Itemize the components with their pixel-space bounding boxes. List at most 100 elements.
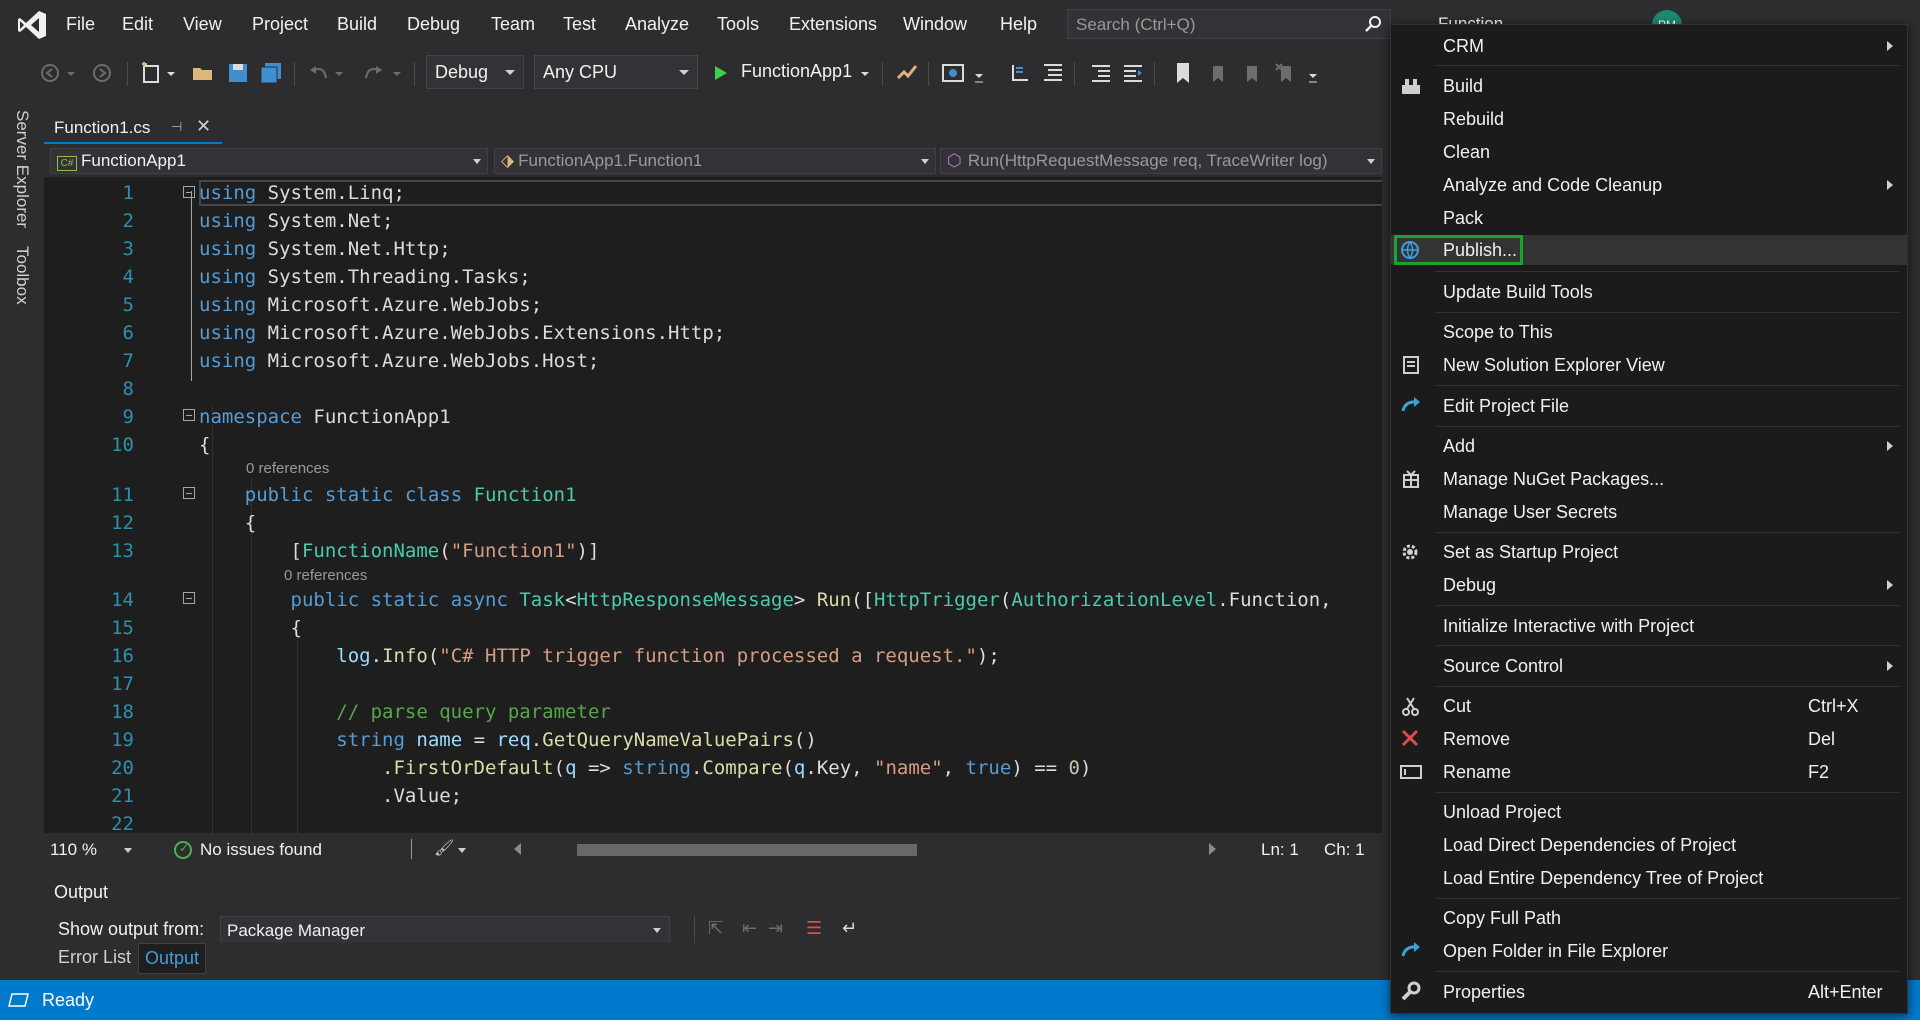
search-placeholder: Search (Ctrl+Q) [1076,15,1196,34]
menu-item-scope-to-this[interactable]: Scope to This [1391,317,1907,347]
indent-icon[interactable] [1088,60,1114,86]
menu-item-update-build-tools[interactable]: Update Build Tools [1391,277,1907,307]
back-dropdown-icon[interactable] [64,60,78,86]
scroll-left-icon[interactable] [514,843,521,855]
close-icon[interactable]: ✕ [196,116,211,137]
menu-item-load-direct-deps[interactable]: Load Direct Dependencies of Project [1391,830,1907,860]
menu-item-properties[interactable]: Properties Alt+Enter [1391,977,1907,1007]
menu-item-crm[interactable]: CRM [1391,31,1907,61]
pin-icon[interactable]: ⊣ [171,119,182,135]
zoom-level[interactable]: 110 % [50,840,97,860]
browser-link-icon[interactable] [940,60,966,86]
new-dropdown-icon[interactable] [164,60,178,86]
menu-debug[interactable]: Debug [407,14,460,35]
menu-item-source-control[interactable]: Source Control [1391,651,1907,681]
platform-select[interactable]: Any CPU [534,55,698,89]
menu-extensions[interactable]: Extensions [789,14,877,35]
menu-item-rebuild[interactable]: Rebuild [1391,104,1907,134]
next-message-icon[interactable]: ⇥ [768,918,783,939]
tab-output[interactable]: Output [138,943,207,974]
configuration-select[interactable]: Debug [426,55,524,89]
toolbox-tab[interactable]: Toolbox [12,246,32,305]
menu-item-set-startup[interactable]: Set as Startup Project [1391,537,1907,567]
clear-bookmarks-icon[interactable] [1272,60,1298,86]
menu-test[interactable]: Test [563,14,596,35]
attach-process-icon[interactable] [894,60,920,86]
menu-item-copy-full-path[interactable]: Copy Full Path [1391,903,1907,933]
menu-item-pack[interactable]: Pack [1391,203,1907,233]
outline-icon[interactable] [1040,60,1066,86]
menu-item-clean[interactable]: Clean [1391,137,1907,167]
menu-item-debug[interactable]: Debug [1391,570,1907,600]
menu-team[interactable]: Team [491,14,535,35]
bookmark-icon[interactable] [1170,60,1196,86]
chevron-down-icon[interactable] [124,848,132,853]
output-source-select[interactable]: Package Manager [220,916,670,944]
menu-view[interactable]: View [183,14,222,35]
redo-dropdown-icon[interactable] [390,60,404,86]
start-button[interactable]: FunctionApp1 [741,61,852,82]
undo-dropdown-icon[interactable] [332,60,346,86]
menu-item-edit-project-file[interactable]: Edit Project File [1391,391,1907,421]
menu-help[interactable]: Help [1000,14,1037,35]
menu-project[interactable]: Project [252,14,308,35]
menu-item-open-folder[interactable]: Open Folder in File Explorer [1391,936,1907,966]
menu-build[interactable]: Build [337,14,377,35]
menu-item-remove[interactable]: Remove Del [1391,724,1907,754]
code-lens-references[interactable]: 0 references [246,460,329,477]
server-explorer-tab[interactable]: Server Explorer [12,110,32,228]
menu-item-build[interactable]: Build [1391,71,1907,101]
menu-item-unload-project[interactable]: Unload Project [1391,797,1907,827]
redo-icon[interactable] [360,60,386,86]
code-editor[interactable]: 1 using System.Linq; 2 using System.Net; 3… [44,177,1382,833]
project-nav-select[interactable]: C# FunctionApp1 [50,148,488,174]
menu-item-new-solution-explorer-view[interactable]: New Solution Explorer View [1391,350,1907,380]
save-all-icon[interactable] [258,60,284,86]
visual-studio-logo-icon[interactable] [16,9,48,41]
menu-item-label: Build [1443,76,1484,96]
start-play-icon[interactable] [710,60,730,86]
toolbar-overflow-icon[interactable] [1306,60,1320,86]
menu-item-cut[interactable]: Cut Ctrl+X [1391,691,1907,721]
undo-icon[interactable] [306,60,332,86]
class-nav-select[interactable]: ⬗ FunctionApp1.Function1 [494,148,936,174]
member-nav-select[interactable]: ⬡ Run(HttpRequestMessage req, TraceWriter… [940,148,1382,174]
menu-item-load-entire-tree[interactable]: Load Entire Dependency Tree of Project [1391,863,1907,893]
horizontal-scrollbar[interactable] [577,844,917,856]
menu-window[interactable]: Window [903,14,967,35]
browser-dropdown-icon[interactable] [972,60,986,86]
search-input[interactable]: Search (Ctrl+Q) [1067,9,1391,39]
document-tab[interactable]: Function1.cs ⊣ ✕ [44,114,222,144]
menu-item-rename[interactable]: Rename F2 [1391,757,1907,787]
issues-status[interactable]: No issues found [200,840,322,860]
document-tab-label: Function1.cs [54,118,151,137]
prev-message-icon[interactable]: ⇤ [742,918,757,939]
menu-item-initialize-interactive[interactable]: Initialize Interactive with Project [1391,611,1907,641]
menu-item-manage-nuget[interactable]: Manage NuGet Packages... [1391,464,1907,494]
menu-item-manage-user-secrets[interactable]: Manage User Secrets [1391,497,1907,527]
menu-edit[interactable]: Edit [122,14,153,35]
outdent-icon[interactable] [1120,60,1146,86]
save-icon[interactable] [225,60,251,86]
code-cleanup-icon[interactable]: 🖌 [434,838,454,858]
start-dropdown-icon[interactable] [858,60,872,86]
menu-tools[interactable]: Tools [717,14,759,35]
chevron-down-icon[interactable] [458,848,466,853]
menu-file[interactable]: File [66,14,95,35]
open-folder-icon[interactable] [190,60,216,86]
back-icon[interactable] [38,60,64,86]
menu-analyze[interactable]: Analyze [625,14,689,35]
forward-icon[interactable] [90,60,116,86]
clear-all-icon[interactable]: ☰ [806,918,822,939]
code-lens-references[interactable]: 0 references [284,567,367,584]
scroll-right-icon[interactable] [1209,843,1216,855]
word-wrap-icon[interactable]: ↵ [842,918,857,939]
tab-error-list[interactable]: Error List [58,947,131,968]
prev-bookmark-icon[interactable] [1204,60,1230,86]
next-bookmark-icon[interactable] [1238,60,1264,86]
menu-item-analyze[interactable]: Analyze and Code Cleanup [1391,170,1907,200]
find-message-icon[interactable]: ⇱ [708,918,723,939]
step-into-icon[interactable] [1008,60,1034,86]
menu-item-add[interactable]: Add [1391,431,1907,461]
new-project-icon[interactable] [138,60,164,86]
